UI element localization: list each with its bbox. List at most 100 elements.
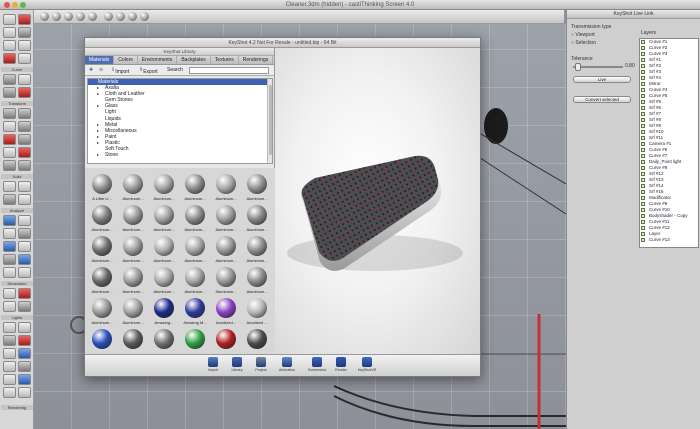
- boolean-difference-icon[interactable]: [18, 134, 31, 145]
- material-thumbnail[interactable]: Amazing M...: [180, 296, 210, 327]
- library-toolbar-button[interactable]: Library: [225, 357, 249, 376]
- zoom-extents-icon[interactable]: [140, 12, 149, 21]
- sphere-tool-icon[interactable]: [18, 108, 31, 119]
- layer-visibility-checkbox[interactable]: [641, 214, 645, 218]
- layer-tree[interactable]: Curve #1 Curve #2 Curve #3 Srf #1 Srf #2 Srf …: [639, 38, 699, 248]
- layer-visibility-checkbox[interactable]: [641, 118, 645, 122]
- material-thumbnail[interactable]: A Little Li...: [87, 172, 117, 203]
- angle-tool-icon[interactable]: [18, 215, 31, 226]
- tab-environments[interactable]: Environments: [138, 56, 178, 64]
- material-thumbnail[interactable]: Aluminum...: [87, 234, 117, 265]
- material-thumbnail[interactable]: Aluminum...: [180, 265, 210, 296]
- scale-tool-icon[interactable]: [18, 87, 31, 98]
- tab-renderings[interactable]: Renderings: [239, 56, 274, 64]
- layer-visibility-checkbox[interactable]: [641, 142, 645, 146]
- point-tool-icon[interactable]: [18, 14, 31, 25]
- move-tool-icon[interactable]: [3, 74, 16, 85]
- import-toolbar-button[interactable]: Import: [201, 357, 225, 376]
- blend-surface-icon[interactable]: [18, 194, 31, 205]
- layer-visibility-checkbox[interactable]: [641, 106, 645, 110]
- option-selection[interactable]: ○ Selection: [571, 40, 596, 46]
- layer-visibility-checkbox[interactable]: [641, 76, 645, 80]
- render-toolbar-button[interactable]: Render: [329, 357, 353, 376]
- material-thumbnail[interactable]: Aluminum...: [118, 203, 148, 234]
- layer-visibility-checkbox[interactable]: [641, 226, 645, 230]
- minimize-window-button[interactable]: [12, 2, 18, 8]
- surface-tool-icon[interactable]: [3, 181, 16, 192]
- render-view[interactable]: [275, 48, 480, 354]
- project-toolbar-button[interactable]: Project: [249, 357, 273, 376]
- material-thumbnail[interactable]: Aluminum...: [149, 203, 179, 234]
- layer-visibility-checkbox[interactable]: [641, 238, 645, 242]
- render-tool-icon[interactable]: [18, 348, 31, 359]
- material-thumbnail[interactable]: Aluminum...: [149, 234, 179, 265]
- rotate-view-icon[interactable]: [116, 12, 125, 21]
- convert-selected-button[interactable]: Convert selected: [573, 96, 631, 103]
- layer-visibility-checkbox[interactable]: [641, 130, 645, 134]
- layer-visibility-checkbox[interactable]: [641, 136, 645, 140]
- loft-tool-icon[interactable]: [3, 160, 16, 171]
- material-thumbnail[interactable]: Aluminum...: [211, 172, 241, 203]
- redo-icon[interactable]: [88, 12, 97, 21]
- layer-visibility-checkbox[interactable]: [641, 202, 645, 206]
- material-thumbnail[interactable]: Aluminum...: [149, 265, 179, 296]
- layer-visibility-checkbox[interactable]: [641, 184, 645, 188]
- material-thumbnail[interactable]: Aluminum...: [87, 296, 117, 327]
- layer-visibility-checkbox[interactable]: [641, 88, 645, 92]
- import-button[interactable]: ⇩ Import: [111, 67, 129, 75]
- remove-folder-icon[interactable]: ⊖: [99, 67, 103, 74]
- rectangular-light-icon[interactable]: [18, 335, 31, 346]
- camera-tool-icon[interactable]: [3, 387, 16, 398]
- rectangle-tool-icon[interactable]: [3, 53, 16, 64]
- layer-visibility-checkbox[interactable]: [641, 94, 645, 98]
- layer-visibility-checkbox[interactable]: [641, 52, 645, 56]
- cylinder-tool-icon[interactable]: [3, 121, 16, 132]
- layer-visibility-checkbox[interactable]: [641, 208, 645, 212]
- sun-tool-icon[interactable]: [3, 348, 16, 359]
- material-thumbnail[interactable]: Aluminum...: [211, 234, 241, 265]
- tab-textures[interactable]: Textures: [211, 56, 239, 64]
- render-settings-icon[interactable]: [18, 361, 31, 372]
- material-thumbnail[interactable]: Aluminum...: [87, 203, 117, 234]
- tab-colors[interactable]: Colors: [114, 56, 138, 64]
- sweep-tool-icon[interactable]: [18, 160, 31, 171]
- boolean-union-icon[interactable]: [3, 134, 16, 145]
- layer-visibility-checkbox[interactable]: [641, 160, 645, 164]
- folder-tree-scrollbar[interactable]: [267, 79, 272, 163]
- search-input[interactable]: [189, 67, 269, 74]
- network-surface-icon[interactable]: [18, 181, 31, 192]
- emap-tool-icon[interactable]: [3, 267, 16, 278]
- live-send-button[interactable]: Live: [573, 76, 631, 83]
- layer-visibility-checkbox[interactable]: [641, 58, 645, 62]
- material-thumbnail[interactable]: Aluminum...: [87, 265, 117, 296]
- material-thumbnail[interactable]: Aluminum...: [118, 265, 148, 296]
- point-light-icon[interactable]: [18, 322, 31, 333]
- spotlight-tool-icon[interactable]: [3, 322, 16, 333]
- export-button[interactable]: ⇧ Export: [139, 67, 158, 75]
- tab-backplates[interactable]: Backplates: [177, 56, 211, 64]
- keyshotvr-toolbar-button[interactable]: KeyShotVR: [355, 357, 379, 376]
- rotate-tool-icon[interactable]: [3, 87, 16, 98]
- material-tool-icon[interactable]: [3, 374, 16, 385]
- curve-tool-icon[interactable]: [18, 27, 31, 38]
- layer-visibility-checkbox[interactable]: [641, 64, 645, 68]
- arc-tool-icon[interactable]: [18, 40, 31, 51]
- zebra-tool-icon[interactable]: [3, 241, 16, 252]
- linear-dimension-icon[interactable]: [3, 288, 16, 299]
- patch-tool-icon[interactable]: [3, 194, 16, 205]
- material-thumbnail[interactable]: Aluminum...: [211, 203, 241, 234]
- render-preview-icon[interactable]: [3, 361, 16, 372]
- layer-visibility-checkbox[interactable]: [641, 112, 645, 116]
- hatch-tool-icon[interactable]: [18, 301, 31, 312]
- environment-map-icon[interactable]: [18, 254, 31, 265]
- draft-angle-icon[interactable]: [18, 241, 31, 252]
- layer-visibility-checkbox[interactable]: [641, 190, 645, 194]
- material-thumbnail[interactable]: Aluminum...: [211, 265, 241, 296]
- material-thumbnail[interactable]: Anodized ...: [242, 296, 272, 327]
- polygon-tool-icon[interactable]: [18, 53, 31, 64]
- material-thumbnail[interactable]: Anodized...: [211, 296, 241, 327]
- undo-icon[interactable]: [76, 12, 85, 21]
- leader-dimension-icon[interactable]: [18, 288, 31, 299]
- tab-materials[interactable]: Materials: [85, 56, 115, 64]
- material-thumbnail[interactable]: Aluminum...: [242, 234, 272, 265]
